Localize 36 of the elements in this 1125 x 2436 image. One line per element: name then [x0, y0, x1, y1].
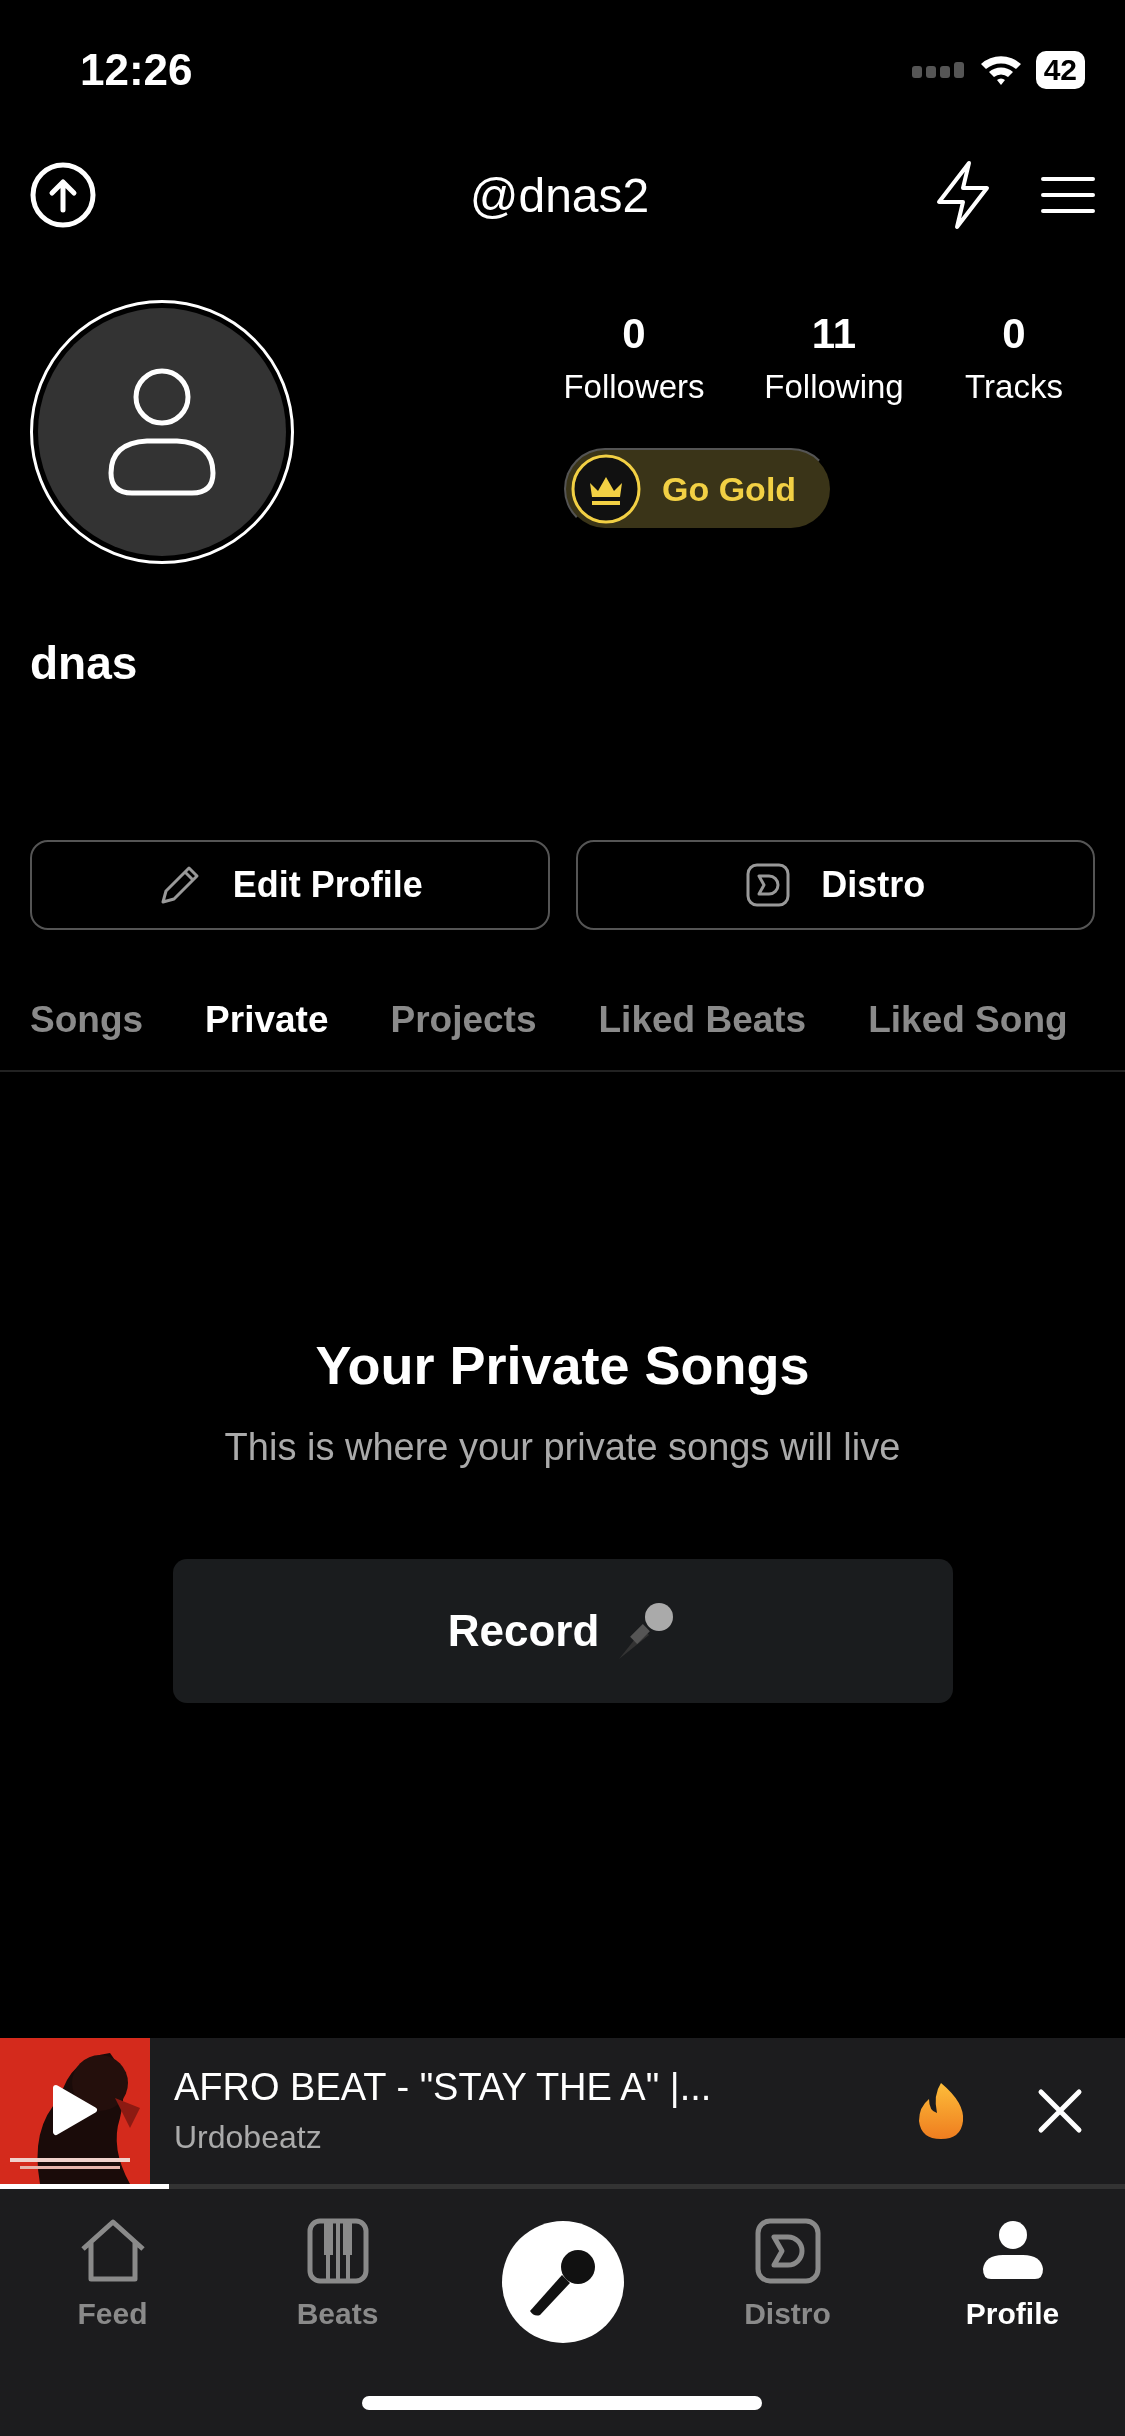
nav-tab[interactable]: Distro — [697, 2217, 878, 2331]
nav-tab[interactable]: Feed — [22, 2217, 203, 2331]
content-tab[interactable]: Liked Beats — [598, 999, 807, 1041]
stat-count: 0 — [1002, 310, 1026, 358]
status-time: 12:26 — [80, 45, 193, 95]
signal-icon — [911, 60, 966, 80]
play-icon[interactable] — [52, 2084, 98, 2136]
nav-tab[interactable]: Profile — [922, 2217, 1103, 2331]
track-title: AFRO BEAT - "STAY THE A" |... — [174, 2066, 713, 2109]
stat-label: Tracks — [965, 368, 1063, 406]
menu-icon[interactable] — [1041, 175, 1095, 215]
content-tab[interactable]: Liked Song — [868, 999, 1068, 1041]
upload-icon[interactable] — [30, 162, 96, 228]
record-button[interactable]: Record — [172, 1559, 953, 1703]
battery-level: 42 — [1035, 51, 1085, 89]
distro-icon — [745, 862, 792, 908]
empty-message: This is where your private songs will live — [224, 1426, 901, 1469]
edit-profile-button[interactable]: Edit Profile — [30, 840, 550, 930]
close-icon[interactable] — [1037, 2088, 1083, 2134]
person-icon — [107, 367, 217, 497]
profile-handle: @dnas2 — [468, 167, 651, 223]
stat-count: 0 — [622, 310, 646, 358]
upgrade-button[interactable]: Go Gold — [564, 448, 833, 530]
display-name: dnas — [30, 636, 139, 690]
crown-icon — [570, 453, 642, 525]
avatar[interactable] — [30, 300, 294, 564]
content-tab[interactable]: Private — [205, 999, 329, 1041]
stat-label: Following — [764, 368, 904, 406]
empty-title: Your Private Songs — [315, 1334, 810, 1396]
nav-tab[interactable]: Beats — [247, 2217, 428, 2331]
stat-label: Followers — [563, 368, 705, 406]
track-artist: Urdobeatz — [174, 2119, 323, 2156]
stat-count: 11 — [811, 310, 857, 358]
content-tab[interactable]: Projects — [390, 999, 537, 1041]
content-tab[interactable]: Songs — [30, 999, 144, 1041]
distro-button[interactable]: Distro — [575, 840, 1095, 930]
